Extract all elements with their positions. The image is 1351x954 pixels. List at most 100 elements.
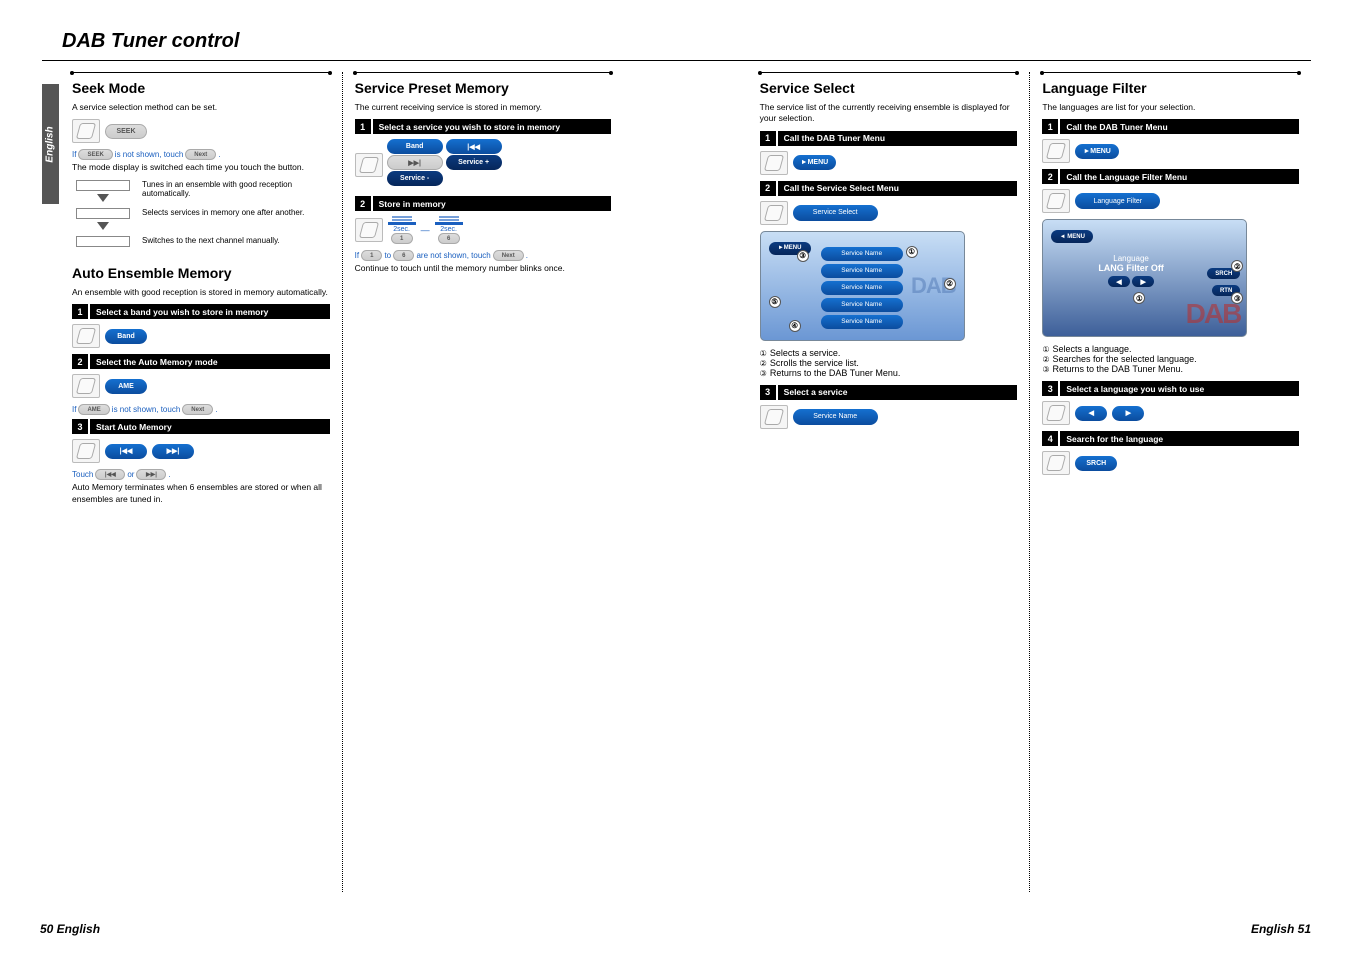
svcsel-step1-title: Call the DAB Tuner Menu: [776, 131, 1018, 146]
ame-button[interactable]: AME: [105, 379, 147, 394]
service-select-button[interactable]: Service Select: [793, 205, 878, 221]
service-list-item[interactable]: Service Name: [821, 247, 903, 261]
step-number: 3: [760, 385, 776, 400]
service-minus-button[interactable]: Service -: [387, 171, 443, 186]
language-filter-button[interactable]: Language Filter: [1075, 193, 1160, 209]
service-list-item[interactable]: Service Name: [821, 264, 903, 278]
callout-1: ①: [906, 246, 918, 258]
seek-button[interactable]: SEEK: [105, 124, 147, 139]
seek-note-end: .: [218, 150, 220, 159]
dab-watermark: DAB: [1186, 298, 1241, 330]
callout-2: ②: [1231, 260, 1243, 272]
service-list-item[interactable]: Service Name: [821, 281, 903, 295]
mode-indicator-1: [72, 180, 134, 202]
seek-note-if: If: [72, 150, 76, 159]
legend-num-1: ①: [760, 349, 767, 358]
lang-legend-3: Returns to the DAB Tuner Menu.: [1052, 364, 1183, 374]
nav-left-button[interactable]: ◀: [1075, 406, 1107, 421]
auto-intro: An ensemble with good reception is store…: [72, 287, 330, 298]
side-tab-label: English: [45, 126, 56, 162]
legend-num-1: ①: [1042, 345, 1049, 354]
ss-langfilter-off: LANG Filter Off: [1098, 263, 1164, 273]
band-button[interactable]: Band: [105, 329, 147, 344]
legend-num-2: ②: [1042, 355, 1049, 364]
next-small-pill[interactable]: Next: [493, 250, 524, 261]
step-number: 1: [760, 131, 776, 146]
section-service-preset-top: [355, 72, 612, 73]
heading-language-filter: Language Filter: [1042, 80, 1299, 96]
touch-icon: [72, 324, 100, 348]
callout-1: ①: [1133, 292, 1145, 304]
preset-step2-title: Store in memory: [371, 196, 612, 211]
next-small-pill[interactable]: ▶▶|: [136, 469, 166, 480]
preset-step1-title: Select a service you wish to store in me…: [371, 119, 612, 134]
menu-button[interactable]: ►MENU: [793, 155, 837, 170]
hold-indicator-1: 2sec. 1: [388, 216, 416, 244]
step-number: 4: [1042, 431, 1058, 446]
mode-indicator-3: [72, 236, 134, 247]
seek-note-line2: The mode display is switched each time y…: [72, 162, 330, 173]
prev-track-button[interactable]: |◀◀: [446, 139, 502, 154]
preset-6-button[interactable]: 6: [438, 233, 460, 244]
step-number: 3: [72, 419, 88, 434]
step-number: 1: [355, 119, 371, 134]
mode-desc-1: Tunes in an ensemble with good reception…: [142, 180, 330, 198]
mem-note-if: If: [355, 251, 359, 260]
next-small-pill[interactable]: Next: [185, 149, 216, 160]
prev-track-button[interactable]: |◀◀: [105, 444, 147, 459]
lang-step2-title: Call the Language Filter Menu: [1058, 169, 1299, 184]
ss-prev-button[interactable]: ◀: [1108, 276, 1130, 287]
lang-intro: The languages are list for your selectio…: [1042, 102, 1299, 113]
page-title: DAB Tuner control: [62, 30, 1311, 53]
service-list-item[interactable]: Service Name: [821, 315, 903, 329]
legend-num-3: ③: [1042, 365, 1049, 374]
preset-1-button[interactable]: 1: [391, 233, 413, 244]
section-seek-mode-top: [72, 72, 330, 73]
menu-button[interactable]: ►MENU: [1075, 144, 1119, 159]
svcsel-intro: The service list of the currently receiv…: [760, 102, 1018, 125]
ss-next-button[interactable]: ▶: [1132, 276, 1154, 287]
service-name-button[interactable]: Service Name: [793, 409, 878, 425]
lang-legend-1: Selects a language.: [1052, 344, 1131, 354]
callout-3: ③: [1231, 292, 1243, 304]
prev-small-pill[interactable]: |◀◀: [95, 469, 125, 480]
preset-6-small-button[interactable]: 6: [393, 250, 414, 261]
next-small-pill[interactable]: Next: [182, 404, 213, 415]
touch-icon: [72, 119, 100, 143]
hold-indicator-6: 2sec. 6: [435, 216, 463, 244]
svcsel-legend-3: Returns to the DAB Tuner Menu.: [770, 368, 901, 378]
footer-left: 50 English: [40, 922, 100, 936]
touch-icon: [72, 439, 100, 463]
step-number: 2: [72, 354, 88, 369]
touch-icon: [1042, 401, 1070, 425]
step-number: 2: [760, 181, 776, 196]
touch-mid: or: [127, 470, 134, 479]
heading-seek-mode: Seek Mode: [72, 80, 330, 96]
mode-indicator-2: [72, 208, 134, 230]
touch-icon: [355, 153, 383, 177]
srch-button[interactable]: SRCH: [1075, 456, 1117, 471]
callout-3: ③: [797, 250, 809, 262]
auto-step2-title: Select the Auto Memory mode: [88, 354, 330, 369]
step-number: 1: [72, 304, 88, 319]
service-plus-button[interactable]: Service +: [446, 155, 502, 170]
ss-menu-badge[interactable]: ◄ MENU: [1051, 230, 1093, 243]
step-number: 3: [1042, 381, 1058, 396]
preset-1-small-button[interactable]: 1: [361, 250, 382, 261]
service-list-item[interactable]: Service Name: [821, 298, 903, 312]
seek-small-pill[interactable]: SEEK: [78, 149, 112, 160]
svcsel-legend-2: Scrolls the service list.: [770, 358, 859, 368]
svcsel-legend-1: Selects a service.: [770, 348, 841, 358]
mode-desc-2: Selects services in memory one after ano…: [142, 208, 330, 217]
next-track-button[interactable]: ▶▶|: [387, 155, 443, 170]
touch-icon: [355, 218, 383, 242]
next-track-button[interactable]: ▶▶|: [152, 444, 194, 459]
section-service-select-top: [760, 72, 1018, 73]
lang-step4-title: Search for the language: [1058, 431, 1299, 446]
mem-note-mid: are not shown, touch: [416, 251, 490, 260]
mode-desc-3: Switches to the next channel manually.: [142, 236, 330, 245]
nav-right-button[interactable]: ▶: [1112, 406, 1144, 421]
touch-icon: [1042, 139, 1070, 163]
band-button[interactable]: Band: [387, 139, 443, 154]
ame-small-pill[interactable]: AME: [78, 404, 109, 415]
